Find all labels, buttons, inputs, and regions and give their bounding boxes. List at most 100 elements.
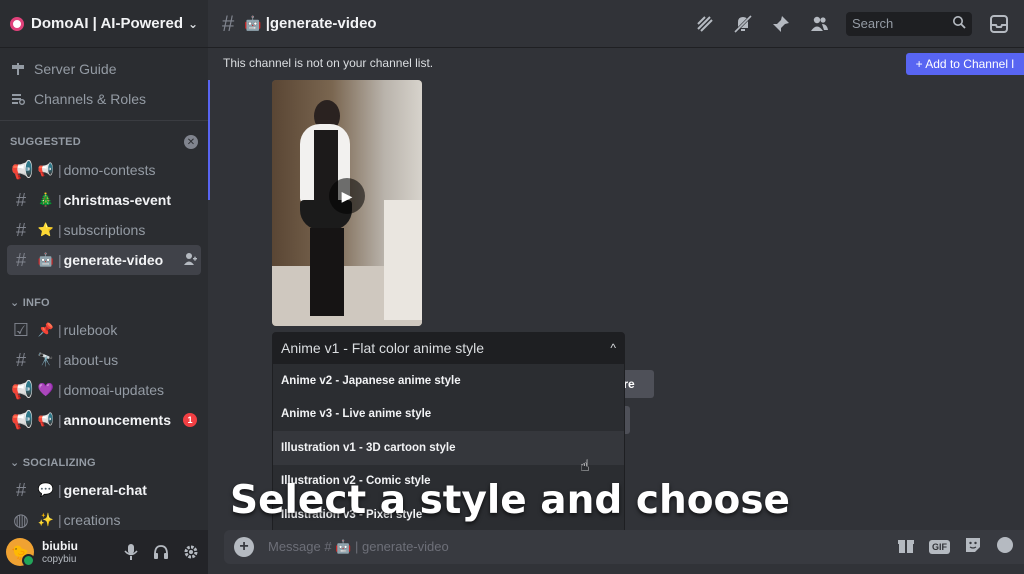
style-select[interactable]: Anime v1 - Flat color anime style ^ (272, 332, 625, 364)
channel-about-us[interactable]: # 🔭 | about-us (7, 345, 201, 375)
style-option[interactable]: Illustration v1 - 3D cartoon style (273, 431, 624, 465)
signpost-icon (10, 61, 26, 77)
channel-title: |generate-video (265, 15, 377, 32)
microphone-icon[interactable] (120, 541, 142, 563)
user-panel: 🐤 biubiu copybiu (0, 530, 208, 574)
channel-name: domo-contests (63, 162, 156, 178)
server-guide-link[interactable]: Server Guide (0, 54, 208, 84)
search-placeholder: Search (852, 16, 894, 31)
hand-cursor-icon: ☝ (580, 458, 590, 475)
sticker-icon[interactable] (964, 536, 982, 559)
mention-badge: 1 (183, 413, 197, 427)
style-select-value: Anime v1 - Flat color anime style (281, 340, 485, 356)
category-suggested-label: SUGGESTED (10, 136, 81, 148)
channel-domoai-updates[interactable]: 📢 💜 | domoai-updates (7, 375, 201, 405)
channel-emoji: 💬 (37, 482, 55, 497)
avatar[interactable]: 🐤 (6, 538, 35, 567)
add-to-channel-list-button[interactable]: + Add to Channel l (905, 53, 1024, 75)
category-socializing-text: SOCIALIZING (22, 456, 96, 469)
notice-text: This channel is not on your channel list… (223, 56, 434, 70)
add-member-icon[interactable] (183, 252, 197, 269)
category-socializing[interactable]: ⌄ SOCIALIZING (0, 449, 208, 475)
add-attachment-icon[interactable]: + (234, 537, 254, 557)
channels-roles-label: Channels & Roles (34, 91, 147, 107)
channel-header: # 🤖 |generate-video Search (208, 0, 1024, 48)
channel-name: rulebook (63, 322, 118, 338)
category-info-label: ⌄ INFO (10, 296, 50, 309)
video-caption-overlay: Select a style and choose (230, 478, 790, 523)
channel-announcements[interactable]: 📢 📢 | announcements 1 (7, 405, 201, 435)
channel-emoji: 📢 (37, 162, 55, 177)
hash-icon: # (222, 10, 235, 36)
channel-name: about-us (63, 352, 119, 368)
hash-icon: # (15, 349, 26, 370)
mute-notifications-icon[interactable] (732, 13, 754, 35)
emoji-icon[interactable] (996, 536, 1014, 559)
channel-emoji: ✨ (37, 512, 55, 527)
chevron-up-icon: ^ (610, 341, 616, 355)
announcement-icon: 📢 (11, 159, 34, 180)
chevron-down-icon: ⌄ (187, 16, 198, 31)
channel-name: generate-video (63, 252, 164, 268)
category-suggested[interactable]: SUGGESTED ✕ (0, 129, 208, 155)
channel-christmas-event[interactable]: # 🎄 | christmas-event (7, 185, 201, 215)
rules-icon: ☑ (12, 319, 30, 340)
channel-sidebar: DomoAI | AI-Powered A ⌄ Server Guide Cha… (0, 0, 208, 574)
username: biubiu (42, 538, 78, 553)
robot-emoji-icon: 🤖 (244, 15, 262, 31)
hash-icon: # (15, 249, 26, 270)
hash-icon: # (15, 479, 26, 500)
server-guide-label: Server Guide (34, 61, 117, 77)
channel-name: announcements (63, 412, 171, 428)
server-logo-icon (10, 16, 24, 31)
channel-emoji: 🎄 (37, 192, 55, 207)
gift-icon[interactable] (897, 536, 915, 559)
channel-domo-contests[interactable]: 📢 📢 | domo-contests (7, 155, 201, 185)
channel-name: subscriptions (63, 222, 146, 238)
gif-icon[interactable]: GIF (929, 540, 950, 554)
channel-general-chat[interactable]: # 💬 | general-chat (7, 475, 201, 505)
chat-messages: ▶ ore Anime v1 - Flat color anime style … (208, 78, 1024, 534)
channel-title-text: generate-video (269, 15, 377, 32)
style-option[interactable]: Anime v2 - Japanese anime style (273, 364, 624, 398)
hash-icon: # (15, 189, 26, 210)
user-tag: copybiu (42, 553, 77, 565)
announcement-icon: 📢 (11, 409, 34, 430)
video-attachment[interactable]: ▶ (272, 80, 422, 326)
channel-emoji: 📌 (37, 322, 55, 337)
channel-emoji: ⭐ (37, 222, 55, 237)
member-list-icon[interactable] (808, 13, 830, 35)
hash-icon: # (15, 219, 26, 240)
play-icon[interactable]: ▶ (329, 178, 365, 214)
category-socializing-label: ⌄ SOCIALIZING (10, 456, 96, 469)
inbox-icon[interactable] (988, 13, 1010, 35)
message-input[interactable]: Message # 🤖 | generate-video (268, 539, 449, 555)
category-info-text: INFO (22, 296, 50, 309)
server-name: DomoAI | AI-Powered A (31, 15, 182, 32)
threads-icon[interactable] (694, 13, 716, 35)
channel-notice: This channel is not on your channel list… (208, 48, 1024, 78)
style-option[interactable]: Anime v3 - Live anime style (273, 398, 624, 432)
close-icon[interactable]: ✕ (184, 135, 198, 149)
channel-subscriptions[interactable]: # ⭐ | subscriptions (7, 215, 201, 245)
channel-name: domoai-updates (63, 382, 165, 398)
search-icon (952, 15, 966, 32)
channel-name: general-chat (63, 482, 147, 498)
forum-icon: ◍ (13, 509, 29, 530)
category-info[interactable]: ⌄ INFO (0, 289, 208, 315)
channel-emoji: 🔭 (37, 352, 55, 367)
channel-generate-video[interactable]: # 🤖 | generate-video (7, 245, 201, 275)
announcement-icon: 📢 (11, 379, 34, 400)
server-header[interactable]: DomoAI | AI-Powered A ⌄ (0, 0, 208, 48)
search-input[interactable]: Search (846, 11, 972, 36)
channels-roles-icon (10, 91, 26, 107)
message-composer[interactable]: + Message # 🤖 | generate-video GIF (224, 530, 1024, 564)
gear-icon[interactable] (180, 541, 202, 563)
channel-rulebook[interactable]: ☑ 📌 | rulebook (7, 315, 201, 345)
channel-emoji: 📢 (37, 412, 55, 427)
headphones-icon[interactable] (150, 541, 172, 563)
channel-emoji: 💜 (37, 382, 55, 397)
channel-name: christmas-event (63, 192, 172, 208)
pin-icon[interactable] (770, 13, 792, 35)
channels-roles-link[interactable]: Channels & Roles (0, 84, 208, 114)
